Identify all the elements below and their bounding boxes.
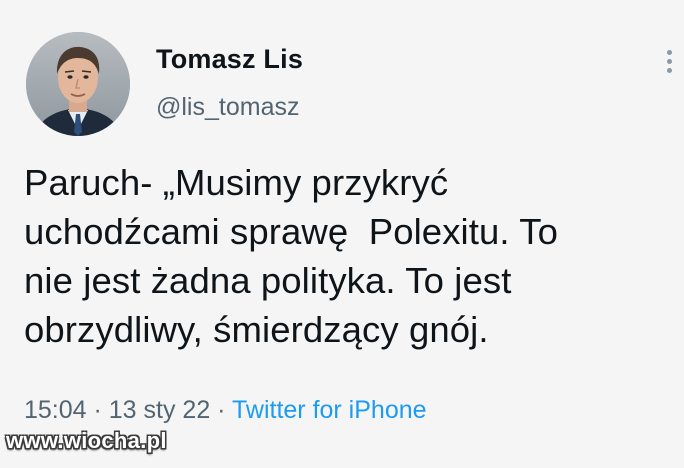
more-dot xyxy=(666,59,672,64)
avatar[interactable] xyxy=(26,32,130,136)
tweet-card: Tomasz Lis @lis_tomasz Paruch- „Musimy p… xyxy=(0,0,684,468)
tweet-date[interactable]: 13 sty 22 xyxy=(109,396,210,424)
tweet-text: Paruch- „Musimy przykryć uchodźcami spra… xyxy=(24,162,558,350)
more-vertical-icon[interactable] xyxy=(664,50,674,80)
meta-separator: · xyxy=(210,396,232,424)
more-dot xyxy=(666,68,672,73)
author-handle[interactable]: @lis_tomasz xyxy=(156,93,299,122)
profile-photo-icon xyxy=(26,32,130,136)
author-name[interactable]: Tomasz Lis xyxy=(156,44,303,75)
tweet-metadata: 15:04 · 13 sty 22 · Twitter for iPhone xyxy=(24,396,427,425)
tweet-source-link[interactable]: Twitter for iPhone xyxy=(232,396,427,424)
meta-separator: · xyxy=(86,396,109,424)
more-dot xyxy=(666,50,672,55)
site-watermark: www.wiocha.pl xyxy=(6,428,167,453)
tweet-time[interactable]: 15:04 xyxy=(24,396,87,424)
